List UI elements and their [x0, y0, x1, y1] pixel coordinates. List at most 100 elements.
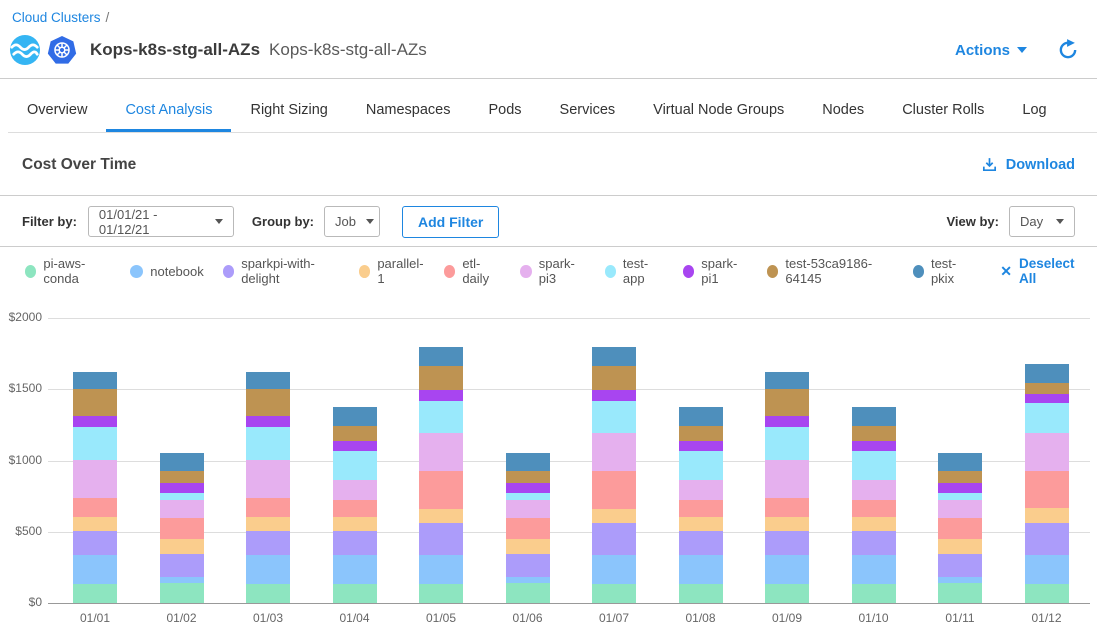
bar-segment-spark-pi3[interactable] [1025, 433, 1069, 471]
bar-segment-sparkpi-with-delight[interactable] [852, 531, 896, 555]
stacked-bar-01/10[interactable] [852, 407, 896, 603]
bar-segment-parallel-1[interactable] [1025, 508, 1069, 523]
bar-segment-spark-pi1[interactable] [73, 416, 117, 427]
refresh-icon[interactable] [1057, 39, 1079, 61]
bar-segment-sparkpi-with-delight[interactable] [419, 523, 463, 555]
legend-item-pi-aws-conda[interactable]: pi-aws-conda [25, 256, 111, 286]
legend-item-sparkpi-with-delight[interactable]: sparkpi-with-delight [223, 256, 340, 286]
bar-segment-spark-pi1[interactable] [852, 441, 896, 451]
bar-segment-test-pkix[interactable] [592, 347, 636, 366]
stacked-bar-01/04[interactable] [333, 407, 377, 603]
date-range-dropdown[interactable]: 01/01/21 - 01/12/21 [88, 206, 234, 237]
bar-segment-notebook[interactable] [852, 555, 896, 584]
bar-segment-pi-aws-conda[interactable] [333, 584, 377, 603]
tab-log[interactable]: Log [1003, 90, 1065, 132]
bar-segment-pi-aws-conda[interactable] [679, 584, 723, 603]
bar-segment-test-app[interactable] [852, 451, 896, 481]
bar-segment-parallel-1[interactable] [333, 517, 377, 531]
bar-segment-test-app[interactable] [160, 493, 204, 500]
legend-item-test-53ca9186-64145[interactable]: test-53ca9186-64145 [767, 256, 894, 286]
bar-segment-spark-pi3[interactable] [333, 480, 377, 499]
tab-pods[interactable]: Pods [469, 90, 540, 132]
bar-segment-spark-pi3[interactable] [852, 480, 896, 499]
stacked-bar-01/07[interactable] [592, 347, 636, 603]
bar-segment-sparkpi-with-delight[interactable] [160, 554, 204, 577]
bar-segment-test-app[interactable] [1025, 403, 1069, 434]
bar-segment-spark-pi1[interactable] [333, 441, 377, 451]
bar-segment-sparkpi-with-delight[interactable] [73, 531, 117, 555]
bar-segment-pi-aws-conda[interactable] [419, 584, 463, 603]
bar-segment-spark-pi3[interactable] [765, 460, 809, 498]
bar-segment-test-pkix[interactable] [765, 372, 809, 388]
bar-segment-test-pkix[interactable] [852, 407, 896, 426]
legend-item-spark-pi3[interactable]: spark-pi3 [520, 256, 585, 286]
bar-segment-etl-daily[interactable] [1025, 471, 1069, 508]
bar-segment-spark-pi3[interactable] [160, 500, 204, 517]
bar-segment-spark-pi1[interactable] [592, 390, 636, 401]
stacked-bar-01/06[interactable] [506, 453, 550, 603]
bar-segment-test-53ca9186-64145[interactable] [765, 389, 809, 417]
bar-segment-etl-daily[interactable] [938, 518, 982, 539]
bar-segment-test-53ca9186-64145[interactable] [160, 471, 204, 483]
bar-segment-sparkpi-with-delight[interactable] [246, 531, 290, 555]
bar-segment-etl-daily[interactable] [592, 471, 636, 509]
stacked-bar-01/12[interactable] [1025, 364, 1069, 603]
bar-segment-test-53ca9186-64145[interactable] [419, 366, 463, 390]
bar-segment-test-app[interactable] [938, 493, 982, 500]
bar-segment-pi-aws-conda[interactable] [852, 584, 896, 603]
bar-segment-test-pkix[interactable] [1025, 364, 1069, 383]
bar-segment-parallel-1[interactable] [506, 539, 550, 554]
bar-segment-test-app[interactable] [333, 451, 377, 481]
bar-segment-sparkpi-with-delight[interactable] [1025, 523, 1069, 555]
bar-segment-pi-aws-conda[interactable] [1025, 584, 1069, 603]
bar-segment-notebook[interactable] [73, 555, 117, 584]
bar-segment-parallel-1[interactable] [160, 539, 204, 554]
bar-segment-spark-pi1[interactable] [506, 483, 550, 494]
bar-segment-spark-pi1[interactable] [765, 416, 809, 427]
stacked-bar-01/03[interactable] [246, 372, 290, 603]
bar-segment-pi-aws-conda[interactable] [938, 583, 982, 603]
bar-segment-test-53ca9186-64145[interactable] [852, 426, 896, 440]
bar-segment-test-app[interactable] [679, 451, 723, 481]
bar-segment-pi-aws-conda[interactable] [506, 583, 550, 603]
bar-segment-sparkpi-with-delight[interactable] [506, 554, 550, 577]
bar-segment-etl-daily[interactable] [419, 471, 463, 509]
bar-segment-spark-pi3[interactable] [246, 460, 290, 498]
bar-segment-etl-daily[interactable] [246, 498, 290, 517]
tab-overview[interactable]: Overview [8, 90, 106, 132]
tab-namespaces[interactable]: Namespaces [347, 90, 470, 132]
breadcrumb-link-cloud-clusters[interactable]: Cloud Clusters [12, 10, 101, 25]
bar-segment-spark-pi1[interactable] [679, 441, 723, 451]
bar-segment-spark-pi3[interactable] [419, 433, 463, 471]
bar-segment-pi-aws-conda[interactable] [246, 584, 290, 603]
bar-segment-test-53ca9186-64145[interactable] [506, 471, 550, 483]
bar-segment-sparkpi-with-delight[interactable] [333, 531, 377, 555]
bar-segment-test-53ca9186-64145[interactable] [938, 471, 982, 483]
bar-segment-parallel-1[interactable] [938, 539, 982, 554]
bar-segment-test-app[interactable] [419, 401, 463, 433]
bar-segment-test-app[interactable] [765, 427, 809, 460]
bar-segment-spark-pi3[interactable] [506, 500, 550, 517]
bar-segment-test-app[interactable] [592, 401, 636, 433]
bar-segment-pi-aws-conda[interactable] [765, 584, 809, 603]
bar-segment-spark-pi3[interactable] [592, 433, 636, 471]
bar-segment-test-53ca9186-64145[interactable] [592, 366, 636, 390]
bar-segment-etl-daily[interactable] [506, 518, 550, 539]
bar-segment-test-app[interactable] [506, 493, 550, 500]
bar-segment-test-app[interactable] [246, 427, 290, 460]
legend-item-spark-pi1[interactable]: spark-pi1 [683, 256, 748, 286]
bar-segment-notebook[interactable] [592, 555, 636, 584]
tab-virtual-node-groups[interactable]: Virtual Node Groups [634, 90, 803, 132]
bar-segment-test-app[interactable] [73, 427, 117, 460]
bar-segment-pi-aws-conda[interactable] [160, 583, 204, 603]
actions-button[interactable]: Actions [955, 42, 1027, 59]
bar-segment-spark-pi3[interactable] [938, 500, 982, 517]
stacked-bar-01/09[interactable] [765, 372, 809, 603]
bar-segment-spark-pi1[interactable] [160, 483, 204, 494]
bar-segment-test-53ca9186-64145[interactable] [333, 426, 377, 440]
tab-right-sizing[interactable]: Right Sizing [231, 90, 346, 132]
legend-item-etl-daily[interactable]: etl-daily [444, 256, 501, 286]
group-by-dropdown[interactable]: Job [324, 206, 380, 237]
bar-segment-notebook[interactable] [419, 555, 463, 584]
bar-segment-etl-daily[interactable] [333, 500, 377, 517]
